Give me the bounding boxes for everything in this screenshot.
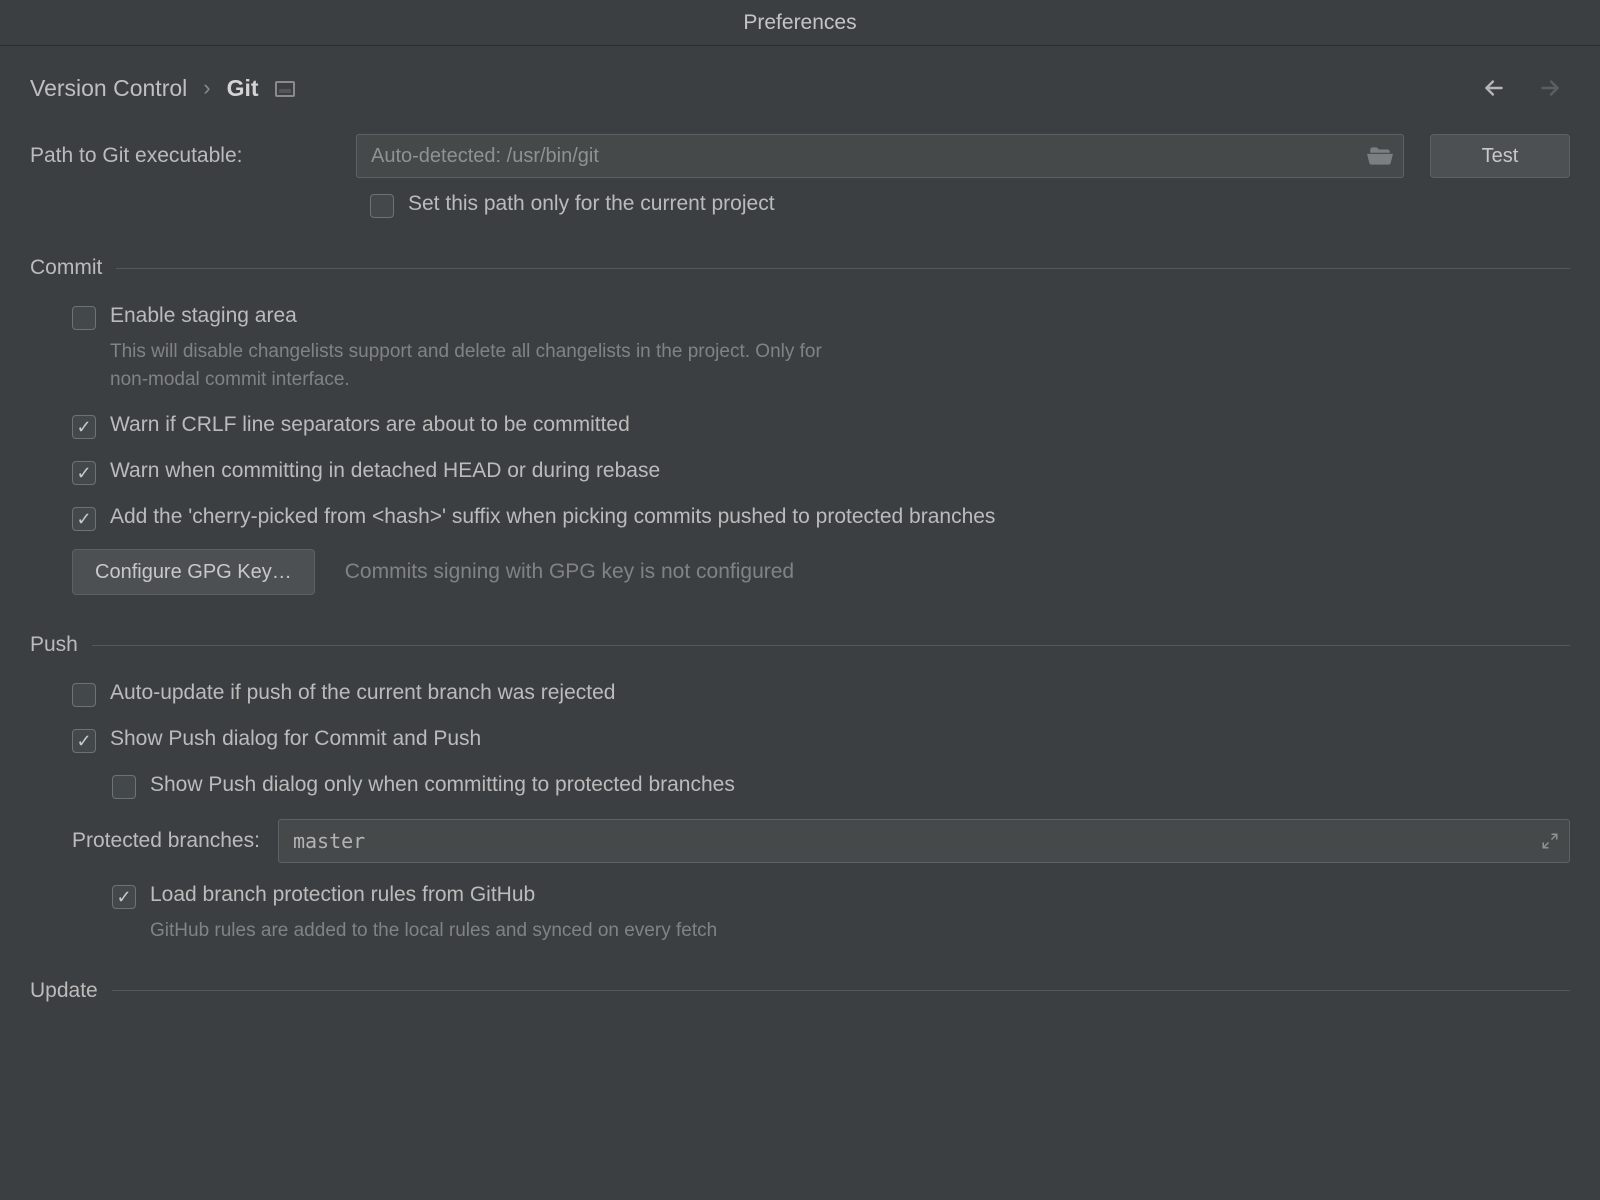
section-push-title: Push: [30, 633, 78, 657]
divider: [116, 268, 1570, 269]
nav-forward-button: [1536, 74, 1564, 102]
section-update-title: Update: [30, 979, 98, 1003]
show-push-dialog-row: Show Push dialog for Commit and Push: [72, 727, 1570, 753]
breadcrumb-current: Git: [227, 75, 259, 102]
gpg-row: Configure GPG Key… Commits signing with …: [72, 549, 1570, 595]
auto-update-checkbox[interactable]: [72, 683, 96, 707]
enable-staging-hint: This will disable changelists support an…: [110, 338, 840, 393]
warn-crlf-checkbox[interactable]: [72, 415, 96, 439]
section-commit-title: Commit: [30, 256, 102, 280]
window-title-bar: Preferences: [0, 0, 1600, 46]
section-update-header: Update: [30, 979, 1570, 1003]
warn-crlf-label: Warn if CRLF line separators are about t…: [110, 413, 630, 437]
history-nav: [1480, 74, 1570, 102]
warn-detached-row: Warn when committing in detached HEAD or…: [72, 459, 1570, 485]
git-path-input[interactable]: [371, 135, 1359, 177]
protected-branches-input[interactable]: master: [278, 819, 1570, 863]
breadcrumb: Version Control › Git: [30, 75, 295, 102]
git-path-input-wrapper[interactable]: [356, 134, 1404, 178]
git-path-label: Path to Git executable:: [30, 144, 330, 168]
breadcrumb-separator: ›: [203, 75, 210, 101]
breadcrumb-parent[interactable]: Version Control: [30, 75, 187, 102]
only-current-project-label: Set this path only for the current proje…: [408, 192, 775, 216]
nav-back-button[interactable]: [1480, 74, 1508, 102]
show-push-dialog-label: Show Push dialog for Commit and Push: [110, 727, 481, 751]
enable-staging-group: Enable staging area This will disable ch…: [72, 304, 1570, 393]
push-options: Auto-update if push of the current branc…: [30, 681, 1570, 945]
show-push-protected-label: Show Push dialog only when committing to…: [150, 773, 735, 797]
enable-staging-label: Enable staging area: [110, 304, 297, 328]
breadcrumb-row: Version Control › Git: [30, 74, 1570, 102]
cherry-pick-suffix-checkbox[interactable]: [72, 507, 96, 531]
cherry-pick-suffix-label: Add the 'cherry-picked from <hash>' suff…: [110, 505, 995, 529]
auto-update-row: Auto-update if push of the current branc…: [72, 681, 1570, 707]
expand-icon[interactable]: [1541, 832, 1559, 850]
project-scope-icon: [275, 81, 295, 97]
section-push-header: Push: [30, 633, 1570, 657]
protected-branches-row: Protected branches: master: [72, 819, 1570, 863]
cherry-pick-suffix-row: Add the 'cherry-picked from <hash>' suff…: [72, 505, 1570, 531]
only-current-project-row: Set this path only for the current proje…: [370, 192, 1570, 218]
show-push-dialog-checkbox[interactable]: [72, 729, 96, 753]
test-button-label: Test: [1482, 145, 1519, 168]
show-push-protected-checkbox[interactable]: [112, 775, 136, 799]
configure-gpg-label: Configure GPG Key…: [95, 561, 292, 584]
load-github-label: Load branch protection rules from GitHub: [150, 883, 535, 907]
warn-detached-checkbox[interactable]: [72, 461, 96, 485]
protected-branches-label: Protected branches:: [72, 829, 260, 853]
test-button[interactable]: Test: [1430, 134, 1570, 178]
git-path-row: Path to Git executable: Test: [30, 134, 1570, 178]
commit-options: Enable staging area This will disable ch…: [30, 304, 1570, 595]
only-current-project-checkbox[interactable]: [370, 194, 394, 218]
section-commit-header: Commit: [30, 256, 1570, 280]
gpg-status-text: Commits signing with GPG key is not conf…: [345, 557, 794, 587]
warn-detached-label: Warn when committing in detached HEAD or…: [110, 459, 660, 483]
load-github-hint: GitHub rules are added to the local rule…: [150, 917, 1570, 945]
protected-branches-value: master: [293, 829, 365, 853]
show-push-protected-row: Show Push dialog only when committing to…: [72, 773, 1570, 799]
load-github-checkbox[interactable]: [112, 885, 136, 909]
divider: [92, 645, 1570, 646]
load-github-group: Load branch protection rules from GitHub…: [72, 883, 1570, 945]
preferences-content: Version Control › Git Path to Git execut…: [0, 46, 1600, 1003]
configure-gpg-button[interactable]: Configure GPG Key…: [72, 549, 315, 595]
window-title: Preferences: [743, 11, 856, 35]
divider: [112, 990, 1570, 991]
warn-crlf-row: Warn if CRLF line separators are about t…: [72, 413, 1570, 439]
auto-update-label: Auto-update if push of the current branc…: [110, 681, 615, 705]
enable-staging-checkbox[interactable]: [72, 306, 96, 330]
browse-folder-icon[interactable]: [1367, 143, 1393, 169]
